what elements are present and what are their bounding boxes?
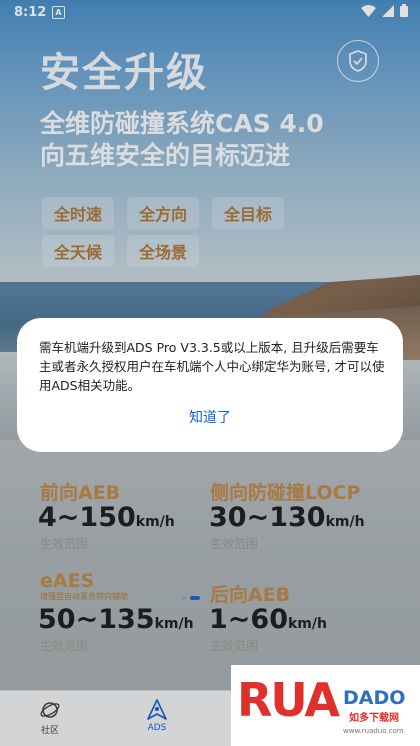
dialog-ok-button[interactable]: 知道了 — [17, 407, 403, 427]
ads-upgrade-dialog: 需车机端升级到ADS Pro V3.3.5或以上版本, 且升级后需要车主或者永久… — [17, 318, 403, 452]
watermark-chinese: 如多下载网 — [349, 713, 399, 724]
watermark-logo: RUA DADO 如多下载网 www.ruaduo.com — [231, 665, 420, 746]
dialog-message: 需车机端升级到ADS Pro V3.3.5或以上版本, 且升级后需要车主或者永久… — [39, 340, 385, 393]
watermark-url: www.ruaduo.com — [343, 727, 404, 735]
app-screen: 8:12 A 安全升级 全维防碰撞系统CAS 4.0 向五维安全的目标迈进 全时… — [0, 0, 420, 746]
watermark-brand: RUA — [237, 673, 340, 727]
watermark-brand-tail: DADO — [343, 687, 406, 709]
